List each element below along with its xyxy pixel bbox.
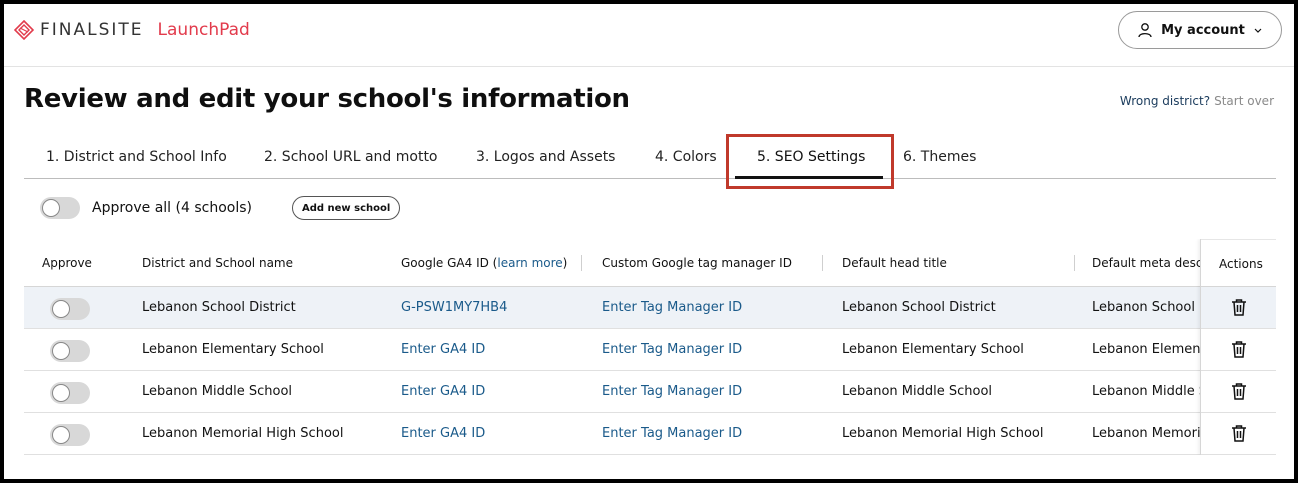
ga4-id-field[interactable]: Enter GA4 ID xyxy=(401,384,485,399)
meta-desc-field[interactable]: Lebanon Memori xyxy=(1092,426,1200,441)
school-name: Lebanon Middle School xyxy=(142,384,293,399)
gtm-id-field[interactable]: Enter Tag Manager ID xyxy=(602,384,742,399)
gtm-id-field[interactable]: Enter Tag Manager ID xyxy=(602,426,742,441)
col-head-title: Default head title xyxy=(842,256,947,270)
trash-icon[interactable] xyxy=(1231,424,1247,442)
col-actions: Actions xyxy=(1219,257,1263,271)
actions-cell xyxy=(1201,371,1276,413)
actions-cell xyxy=(1201,413,1276,455)
start-over-link[interactable]: Start over xyxy=(1214,94,1274,108)
column-separator xyxy=(581,255,582,271)
learn-more-link[interactable]: learn more xyxy=(497,256,562,270)
tab-district-school-info[interactable]: 1. District and School Info xyxy=(46,149,227,165)
schools-table: Approve District and School name Google … xyxy=(24,239,1276,455)
tab-colors[interactable]: 4. Colors xyxy=(655,149,717,165)
approve-all-row: Approve all (4 schools) Add new school xyxy=(40,196,401,220)
meta-desc-field[interactable]: Lebanon Middle S xyxy=(1092,384,1200,399)
finalsite-diamond-icon xyxy=(14,20,34,40)
table-row: Lebanon School District G-PSW1MY7HB4 Ent… xyxy=(24,287,1276,329)
wrong-district-text: Wrong district? xyxy=(1119,94,1211,108)
head-title-field[interactable]: Lebanon School District xyxy=(842,300,996,315)
table-row: Lebanon Memorial High School Enter GA4 I… xyxy=(24,413,1276,455)
trash-icon[interactable] xyxy=(1231,382,1247,400)
col-school-name: District and School name xyxy=(142,256,293,270)
trash-icon[interactable] xyxy=(1231,340,1247,358)
user-icon xyxy=(1138,23,1152,38)
meta-desc-field[interactable]: Lebanon Elemen xyxy=(1092,342,1200,357)
chevron-down-icon xyxy=(1254,28,1262,33)
ga4-id-field[interactable]: Enter GA4 ID xyxy=(401,342,485,357)
head-title-field[interactable]: Lebanon Elementary School xyxy=(842,342,1024,357)
actions-header: Actions xyxy=(1201,239,1276,287)
gtm-id-field[interactable]: Enter Tag Manager ID xyxy=(602,300,742,315)
col-gtm: Custom Google tag manager ID xyxy=(602,256,792,270)
my-account-label: My account xyxy=(1161,22,1245,38)
school-name: Lebanon Memorial High School xyxy=(142,426,344,441)
logo[interactable]: FINALSITE LaunchPad xyxy=(14,20,250,40)
ga4-id-field[interactable]: Enter GA4 ID xyxy=(401,426,485,441)
gtm-id-field[interactable]: Enter Tag Manager ID xyxy=(602,342,742,357)
approve-toggle[interactable] xyxy=(50,298,90,320)
step-tabs: 1. District and School Info 2. School UR… xyxy=(24,141,1276,179)
table-header: Approve District and School name Google … xyxy=(24,239,1276,287)
ga4-id-field[interactable]: G-PSW1MY7HB4 xyxy=(401,300,507,315)
page-title: Review and edit your school's informatio… xyxy=(24,84,630,114)
approve-toggle[interactable] xyxy=(50,424,90,446)
brand-name: FINALSITE xyxy=(40,20,144,40)
tab-logos-assets[interactable]: 3. Logos and Assets xyxy=(476,149,615,165)
add-new-school-button[interactable]: Add new school xyxy=(291,196,401,220)
actions-column: Actions xyxy=(1200,239,1276,455)
col-meta-desc: Default meta desc xyxy=(1092,256,1200,270)
tab-themes[interactable]: 6. Themes xyxy=(903,149,976,165)
approve-all-label: Approve all (4 schools) xyxy=(92,200,252,216)
approve-all-toggle[interactable] xyxy=(40,197,80,219)
col-approve: Approve xyxy=(42,256,92,270)
trash-icon[interactable] xyxy=(1231,298,1247,316)
product-name: LaunchPad xyxy=(157,20,250,40)
wrong-district: Wrong district? Start over xyxy=(1120,94,1274,108)
approve-toggle[interactable] xyxy=(50,340,90,362)
tab-school-url-motto[interactable]: 2. School URL and motto xyxy=(264,149,438,165)
col-ga4: Google GA4 ID (learn more) xyxy=(401,256,568,270)
head-title-field[interactable]: Lebanon Memorial High School xyxy=(842,426,1043,441)
my-account-button[interactable]: My account xyxy=(1118,11,1282,49)
head-title-field[interactable]: Lebanon Middle School xyxy=(842,384,992,399)
column-separator xyxy=(1074,255,1075,271)
actions-cell xyxy=(1201,329,1276,371)
actions-cell xyxy=(1201,287,1276,329)
table-row: Lebanon Middle School Enter GA4 ID Enter… xyxy=(24,371,1276,413)
app-window: FINALSITE LaunchPad My account Review an… xyxy=(0,0,1298,483)
highlight-box xyxy=(726,134,894,189)
table-row: Lebanon Elementary School Enter GA4 ID E… xyxy=(24,329,1276,371)
school-name: Lebanon Elementary School xyxy=(142,342,324,357)
approve-toggle[interactable] xyxy=(50,382,90,404)
top-header: FINALSITE LaunchPad My account xyxy=(4,4,1294,67)
school-name: Lebanon School District xyxy=(142,300,296,315)
meta-desc-field[interactable]: Lebanon School D xyxy=(1092,300,1200,315)
column-separator xyxy=(822,255,823,271)
